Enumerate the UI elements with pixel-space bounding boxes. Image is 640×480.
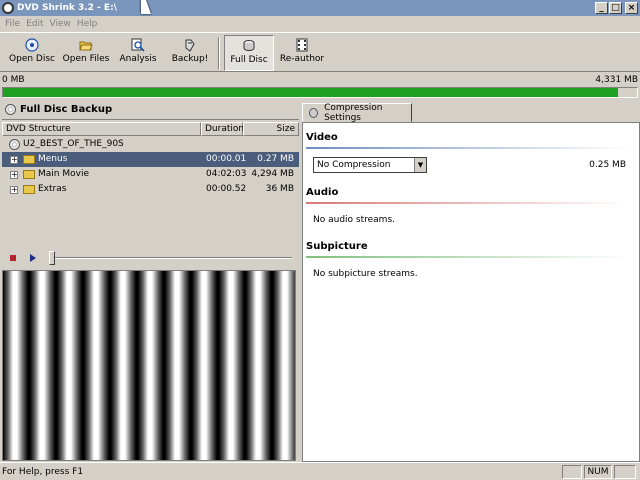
analysis-button[interactable]: Analysis <box>116 35 160 71</box>
expand-icon[interactable]: + <box>10 186 18 194</box>
status-bar: For Help, press F1 NUM <box>0 462 640 480</box>
window-controls: _ □ × <box>595 2 638 14</box>
size-progress-fill <box>3 88 618 97</box>
row-name: Main Movie <box>38 169 89 179</box>
row-duration: 00:00.52 <box>206 184 247 194</box>
re-author-button[interactable]: Re-author <box>278 35 326 71</box>
open-folder-icon <box>79 38 93 52</box>
folder-icon <box>23 170 35 179</box>
maximize-button[interactable]: □ <box>609 2 622 14</box>
app-icon <box>2 2 14 14</box>
tree-row-main-movie[interactable]: + Main Movie 04:02:03 4,294 MB <box>2 167 299 182</box>
play-icon[interactable] <box>30 254 36 262</box>
tree-root-label: U2_BEST_OF_THE_90S <box>23 139 124 149</box>
column-duration[interactable]: Duration <box>201 122 244 136</box>
open-files-label: Open Files <box>62 54 110 64</box>
title-bar: DVD Shrink 3.2 - E:\ _ □ × <box>0 0 640 16</box>
expand-icon[interactable]: + <box>10 156 18 164</box>
full-disc-label: Full Disc <box>230 55 268 65</box>
backup-icon <box>183 38 197 52</box>
tree-header: DVD Structure Duration Size <box>2 122 299 136</box>
audio-heading: Audio <box>306 187 339 198</box>
tab-label: Compression Settings <box>324 102 383 123</box>
open-files-button[interactable]: Open Files <box>60 35 112 71</box>
row-name: Extras <box>38 184 67 194</box>
folder-icon <box>23 155 35 164</box>
subpicture-heading: Subpicture <box>306 241 368 252</box>
panel-title: Full Disc Backup <box>2 100 299 120</box>
full-disc-panel: Full Disc Backup DVD Structure Duration … <box>2 100 299 242</box>
menu-view[interactable]: View <box>47 19 74 29</box>
compression-settings-panel: Compression Settings Video No Compressio… <box>302 103 640 462</box>
close-button[interactable]: × <box>625 2 638 14</box>
seek-track[interactable] <box>50 257 292 259</box>
status-box-scrl <box>614 465 636 479</box>
select-value: No Compression <box>317 160 391 170</box>
re-author-label: Re-author <box>279 54 325 64</box>
row-name: Menus <box>38 154 68 164</box>
status-text: For Help, press F1 <box>2 467 84 477</box>
video-heading: Video <box>306 132 338 143</box>
seek-thumb[interactable] <box>49 251 55 265</box>
row-size: 4,294 MB <box>251 169 294 179</box>
disc-icon <box>9 139 20 150</box>
expand-icon[interactable]: + <box>10 171 18 179</box>
status-box-caps <box>562 465 582 479</box>
row-duration: 00:00.01 <box>206 154 247 164</box>
row-duration: 04:02:03 <box>206 169 247 179</box>
toolbar: Open Disc Open Files Analysis Backup! Fu… <box>0 32 640 72</box>
subpicture-text: No subpicture streams. <box>313 269 418 279</box>
tree-row-extras[interactable]: + Extras 00:00.52 36 MB <box>2 182 299 197</box>
dvd-structure-tree: U2_BEST_OF_THE_90S + Menus 00:00.01 0.27… <box>2 136 299 242</box>
column-dvd-structure[interactable]: DVD Structure <box>2 122 201 136</box>
video-preview <box>2 270 296 461</box>
panel-title-text: Full Disc Backup <box>20 104 113 115</box>
column-size[interactable]: Size <box>243 122 299 136</box>
tab-compression-settings[interactable]: Compression Settings <box>302 102 412 123</box>
chevron-down-icon[interactable]: ▼ <box>414 158 426 172</box>
disc-stack-icon <box>242 39 256 53</box>
row-size: 0.27 MB <box>257 154 294 164</box>
menu-bar: File Edit View Help <box>0 16 640 32</box>
full-disc-button[interactable]: Full Disc <box>224 35 274 71</box>
menu-edit[interactable]: Edit <box>23 19 46 29</box>
backup-label: Backup! <box>171 54 209 64</box>
menu-help[interactable]: Help <box>74 19 101 29</box>
size-progress-bar <box>2 87 638 98</box>
video-size: 0.25 MB <box>589 160 626 170</box>
backup-button[interactable]: Backup! <box>168 35 212 71</box>
folder-icon <box>23 185 35 194</box>
audio-divider <box>306 202 631 204</box>
minimize-button[interactable]: _ <box>595 2 608 14</box>
film-icon <box>295 38 309 52</box>
open-disc-label: Open Disc <box>9 54 55 64</box>
subpicture-divider <box>306 256 631 258</box>
size-max-label: 4,331 MB <box>595 75 638 85</box>
video-compression-select[interactable]: No Compression ▼ <box>313 157 427 173</box>
window-title: DVD Shrink 3.2 - E:\ <box>17 3 117 13</box>
disc-icon <box>25 38 39 52</box>
open-disc-button[interactable]: Open Disc <box>4 35 60 71</box>
disc-icon <box>5 104 16 115</box>
audio-text: No audio streams. <box>313 215 395 225</box>
settings-area: Video No Compression ▼ 0.25 MB Audio No … <box>302 122 640 462</box>
mouse-cursor-icon <box>141 0 151 14</box>
tree-root-row[interactable]: U2_BEST_OF_THE_90S <box>2 137 299 152</box>
player-controls <box>2 247 299 269</box>
video-divider <box>306 147 631 149</box>
toolbar-separator <box>218 37 220 69</box>
disc-icon <box>309 107 319 118</box>
tree-row-menus[interactable]: + Menus 00:00.01 0.27 MB <box>2 152 299 167</box>
status-box-num: NUM <box>584 465 612 479</box>
row-size: 36 MB <box>265 184 294 194</box>
size-min-label: 0 MB <box>2 75 25 85</box>
disc-size-bar: 0 MB 4,331 MB <box>0 72 640 100</box>
analysis-label: Analysis <box>119 54 157 64</box>
menu-file[interactable]: File <box>2 19 23 29</box>
magnifier-icon <box>131 38 145 52</box>
stop-icon[interactable] <box>10 255 16 261</box>
